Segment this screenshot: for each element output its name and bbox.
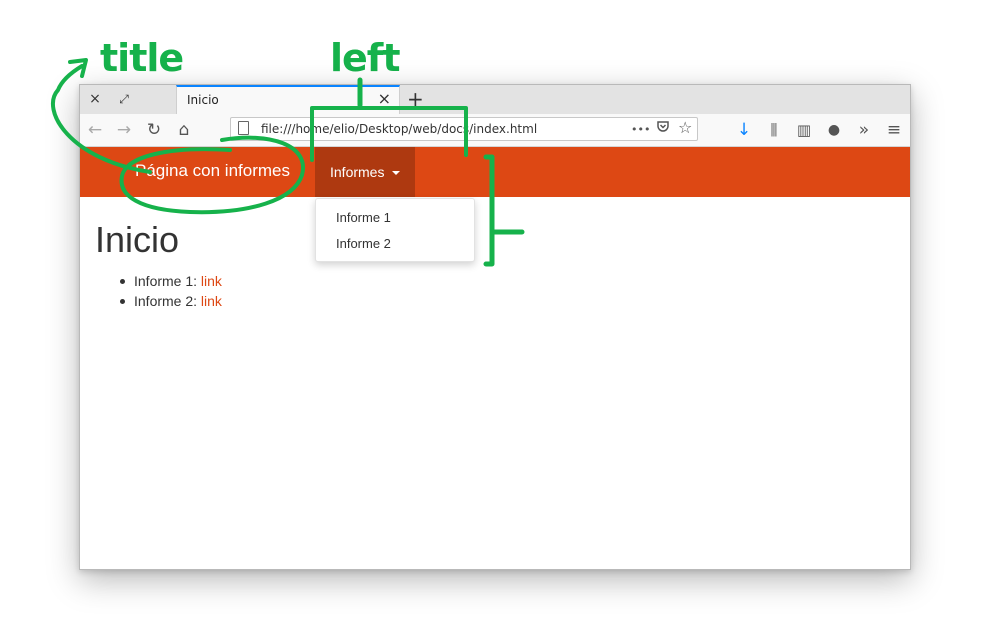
new-tab-icon[interactable]: + [407, 86, 424, 112]
page-actions-icon[interactable]: ••• [631, 123, 650, 136]
tab-bar: × ⤢ Inicio × + [80, 85, 910, 115]
informes-dropdown-menu: Informe 1 Informe 2 [315, 198, 475, 262]
dropdown-item-informe-1[interactable]: Informe 1 [336, 210, 391, 225]
tab-inicio[interactable]: Inicio × [176, 85, 400, 114]
home-icon[interactable]: ⌂ [174, 120, 194, 140]
url-text: file:///home/elio/Desktop/web/docs/index… [261, 122, 538, 136]
caret-down-icon [392, 171, 400, 175]
sidebar-icon[interactable]: ▥ [794, 120, 814, 140]
bookmark-star-icon[interactable]: ☆ [678, 118, 692, 137]
library-icon[interactable]: ⫼ [764, 120, 784, 140]
download-icon[interactable]: ↓ [734, 120, 754, 140]
account-icon[interactable]: ● [824, 120, 844, 140]
list-item-label: Informe 1: [134, 273, 198, 289]
forward-icon[interactable]: → [114, 120, 134, 140]
hamburger-menu-icon[interactable]: ≡ [884, 120, 904, 140]
dropdown-item-informe-2[interactable]: Informe 2 [336, 236, 391, 251]
file-icon [238, 121, 249, 135]
tab-title: Inicio [187, 93, 219, 107]
site-brand[interactable]: Página con informes [135, 161, 290, 181]
url-bar[interactable]: file:///home/elio/Desktop/web/docs/index… [230, 117, 698, 141]
back-icon[interactable]: ← [85, 120, 105, 140]
window-close-icon[interactable]: × [86, 90, 104, 108]
page-heading: Inicio [95, 219, 180, 260]
site-navbar: Página con informes Informes [80, 147, 910, 197]
annotation-left-label: left [330, 36, 400, 80]
window-expand-icon[interactable]: ⤢ [115, 90, 133, 108]
tab-close-icon[interactable]: × [378, 89, 391, 108]
pocket-icon[interactable] [656, 120, 670, 138]
report-list: Informe 1: link Informe 2: link [120, 271, 222, 311]
browser-window: × ⤢ Inicio × + ← → ↻ ⌂ file:///home/elio… [79, 84, 911, 570]
dropdown-label: Informes [330, 164, 385, 180]
list-item: Informe 2: link [120, 291, 222, 311]
report-link[interactable]: link [201, 273, 222, 289]
navigation-toolbar: ← → ↻ ⌂ file:///home/elio/Desktop/web/do… [80, 114, 910, 147]
list-item: Informe 1: link [120, 271, 222, 291]
reload-icon[interactable]: ↻ [144, 120, 164, 140]
overflow-icon[interactable]: » [854, 120, 874, 140]
list-item-label: Informe 2: [134, 293, 198, 309]
title-arrowhead [68, 58, 88, 78]
report-link[interactable]: link [201, 293, 222, 309]
informes-dropdown-toggle[interactable]: Informes [315, 147, 415, 197]
annotation-title-label: title [100, 36, 184, 80]
page-content: Página con informes Informes Informe 1 I… [80, 147, 910, 569]
